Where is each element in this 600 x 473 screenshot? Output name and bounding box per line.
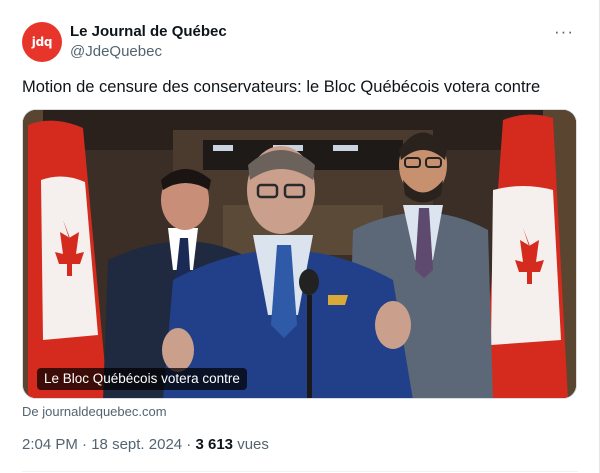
video-media[interactable]: Le Bloc Québécois votera contre — [22, 109, 577, 399]
tweet-meta: 2:04 PM · 18 sept. 2024 · 3 613 vues — [22, 436, 269, 453]
meta-separator-2: · — [182, 436, 196, 453]
tweet-card: jdq Le Journal de Québec @JdeQuebec ··· … — [0, 0, 600, 473]
meta-separator: · — [77, 436, 92, 453]
tweet-header: jdq Le Journal de Québec @JdeQuebec ··· — [22, 22, 578, 62]
video-thumbnail — [23, 110, 576, 398]
tweet-time[interactable]: 2:04 PM — [22, 436, 78, 453]
account-handle[interactable]: @JdeQuebec — [70, 43, 162, 60]
avatar[interactable]: jdq — [22, 22, 62, 62]
link-source[interactable]: De journaldequebec.com — [22, 404, 167, 419]
tweet-text: Motion de censure des conservateurs: le … — [22, 78, 541, 96]
account-name[interactable]: Le Journal de Québec — [70, 23, 227, 40]
video-caption: Le Bloc Québécois votera contre — [37, 368, 247, 390]
views-label: vues — [237, 436, 269, 453]
views-count: 3 613 — [195, 436, 234, 453]
divider — [22, 471, 578, 472]
tweet-date[interactable]: 18 sept. 2024 — [91, 436, 182, 453]
more-icon[interactable]: ··· — [554, 23, 574, 40]
